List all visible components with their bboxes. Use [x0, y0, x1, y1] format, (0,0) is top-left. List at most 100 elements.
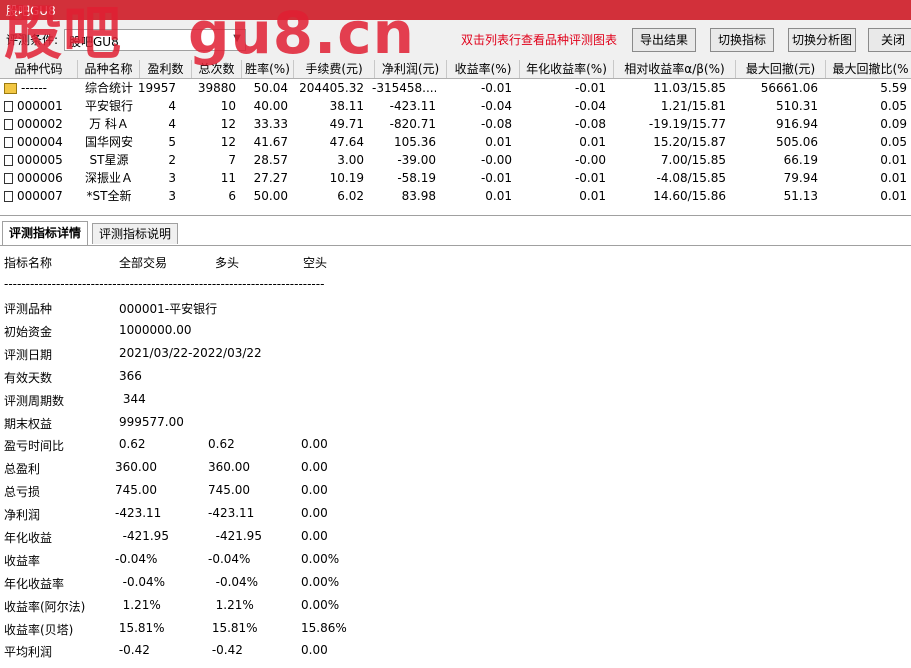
title-bar: 股吧GU8: [0, 0, 911, 20]
tab-indicator-details[interactable]: 评测指标详情: [2, 221, 89, 245]
switch-indicator-button[interactable]: 切换指标: [710, 28, 774, 52]
info-label: 评测品种: [4, 302, 53, 316]
metric-long-value: -0.04%: [208, 575, 259, 589]
cell-code-text: 000007: [17, 189, 63, 203]
table-row[interactable]: 000006 深振业Ａ 3 11 27.27 10.19 -58.19 -0.01 -0.01 -…: [0, 169, 911, 187]
cell-maxddpct: 0.05: [880, 99, 907, 113]
column-header[interactable]: 最大回撤(元): [736, 60, 826, 78]
metric-label: 总盈利: [4, 462, 41, 476]
cell-annual: -0.01: [574, 81, 606, 95]
metric-label: 净利润: [4, 508, 41, 522]
condition-select[interactable]: 股吧GU8 ▼: [64, 29, 246, 51]
cell-winrate: 27.27: [253, 171, 288, 185]
cell-wins: 5: [168, 135, 176, 149]
export-button[interactable]: 导出结果: [632, 28, 696, 52]
switch-chart-button[interactable]: 切换分析图: [788, 28, 856, 52]
cell-rel: 14.60/15.86: [653, 189, 726, 203]
cell-rel: 7.00/15.85: [660, 153, 726, 167]
header-all-trades: 全部交易: [119, 256, 168, 270]
cell-name: 深振业Ａ: [84, 171, 133, 185]
cell-winrate: 28.57: [253, 153, 288, 167]
cell-code: 000002: [4, 115, 76, 133]
cell-annual: 0.01: [579, 189, 606, 203]
cell-rel: 15.20/15.87: [653, 135, 726, 149]
metric-long-value: 1.21%: [208, 598, 254, 612]
table-row[interactable]: 000005 ST星源 2 7 28.57 3.00 -39.00 -0.00 -0.00 7.0…: [0, 151, 911, 169]
cell-profit: -39.00: [397, 153, 436, 167]
column-header[interactable]: 年化收益率(%): [520, 60, 614, 78]
cell-fee: 3.00: [337, 153, 364, 167]
cell-wins: 4: [168, 99, 176, 113]
metric-all-value: 15.81%: [115, 621, 165, 635]
tab-indicator-explanation[interactable]: 评测指标说明: [92, 223, 179, 244]
column-header[interactable]: 最大回撤比(%: [826, 60, 911, 78]
cell-total: 7: [228, 153, 236, 167]
info-label: 期末权益: [4, 417, 53, 431]
cell-fee: 47.64: [329, 135, 364, 149]
cell-winrate: 50.00: [253, 189, 288, 203]
cell-ret: -0.01: [480, 171, 512, 185]
cell-winrate: 50.04: [253, 81, 288, 95]
info-label: 初始资金: [4, 325, 53, 339]
metric-long-value: 15.81%: [208, 621, 258, 635]
column-header[interactable]: 净利润(元): [375, 60, 447, 78]
cell-profit: -820.71: [389, 117, 436, 131]
column-header[interactable]: 相对收益率α/β(%): [614, 60, 736, 78]
cell-code: 000007: [4, 187, 76, 205]
cell-maxddpct: 0.09: [880, 117, 907, 131]
table-row[interactable]: 000002 万 科Ａ 4 12 33.33 49.71 -820.71 -0.08 -0.08…: [0, 115, 911, 133]
cell-profit: -58.19: [397, 171, 436, 185]
column-header[interactable]: 盈利数: [140, 60, 192, 78]
cell-fee: 38.11: [329, 99, 364, 113]
cell-maxddpct: 5.59: [880, 81, 907, 95]
cell-winrate: 33.33: [253, 117, 288, 131]
row-icon: [4, 173, 13, 184]
summary-icon: [4, 83, 17, 94]
metric-label: 盈亏时间比: [4, 439, 65, 453]
info-value: 344: [119, 392, 146, 406]
cell-annual: 0.01: [579, 135, 606, 149]
cell-fee: 6.02: [337, 189, 364, 203]
cell-maxdd: 66.19: [783, 153, 818, 167]
metric-short-value: 15.86%: [301, 621, 347, 635]
cell-rel: 11.03/15.85: [653, 81, 726, 95]
cell-fee: 49.71: [329, 117, 364, 131]
column-header[interactable]: 收益率(%): [447, 60, 520, 78]
results-table: 品种代码 品种名称 盈利数 总次数 胜率(%) 手续费(元) 净利润(元) 收益率(%) 年化收…: [0, 60, 911, 216]
column-header[interactable]: 品种代码: [0, 60, 78, 78]
cell-annual: -0.04: [574, 99, 606, 113]
cell-maxdd: 79.94: [783, 171, 818, 185]
close-button[interactable]: 关闭: [868, 28, 911, 52]
table-row[interactable]: 000001 平安银行 4 10 40.00 38.11 -423.11 -0.04 -0.04…: [0, 97, 911, 115]
metric-short-value: 0.00: [301, 437, 328, 451]
cell-ret: -0.08: [480, 117, 512, 131]
header-indicator-name: 指标名称: [4, 256, 53, 270]
cell-ret: -0.04: [480, 99, 512, 113]
summary-row[interactable]: ------ 综合统计 19957 39880 50.04 204405.32 -31545…: [0, 79, 911, 97]
metric-label: 收益率(阿尔法): [4, 600, 86, 614]
cell-fee: 204405.32: [299, 81, 364, 95]
table-row[interactable]: 000007 *ST全新 3 6 50.00 6.02 83.98 0.01 0.01 14.60…: [0, 187, 911, 205]
metric-all-value: -423.11: [115, 506, 162, 520]
cell-rel: 1.21/15.81: [660, 99, 726, 113]
metric-short-value: 0.00%: [301, 552, 340, 566]
window-title: 股吧GU8: [6, 4, 56, 18]
header-short: 空头: [303, 256, 328, 270]
table-row[interactable]: 000004 国华网安 5 12 41.67 47.64 105.36 0.01 0.01 15.…: [0, 133, 911, 151]
cell-ret: -0.00: [480, 153, 512, 167]
metric-long-value: -0.42: [208, 643, 243, 657]
column-header[interactable]: 手续费(元): [294, 60, 375, 78]
metric-short-value: 0.00%: [301, 575, 340, 589]
column-header[interactable]: 品种名称: [78, 60, 140, 78]
cell-maxddpct: 0.01: [880, 153, 907, 167]
info-label: 评测周期数: [4, 394, 65, 408]
cell-winrate: 41.67: [253, 135, 288, 149]
column-header[interactable]: 总次数: [192, 60, 242, 78]
metric-short-value: 0.00: [301, 483, 328, 497]
cell-wins: 4: [168, 117, 176, 131]
cell-wins: 2: [168, 153, 176, 167]
chevron-down-icon[interactable]: ▼: [233, 33, 241, 44]
column-header[interactable]: 胜率(%): [242, 60, 294, 78]
cell-code-text: 000006: [17, 171, 63, 185]
cell-annual: -0.08: [574, 117, 606, 131]
